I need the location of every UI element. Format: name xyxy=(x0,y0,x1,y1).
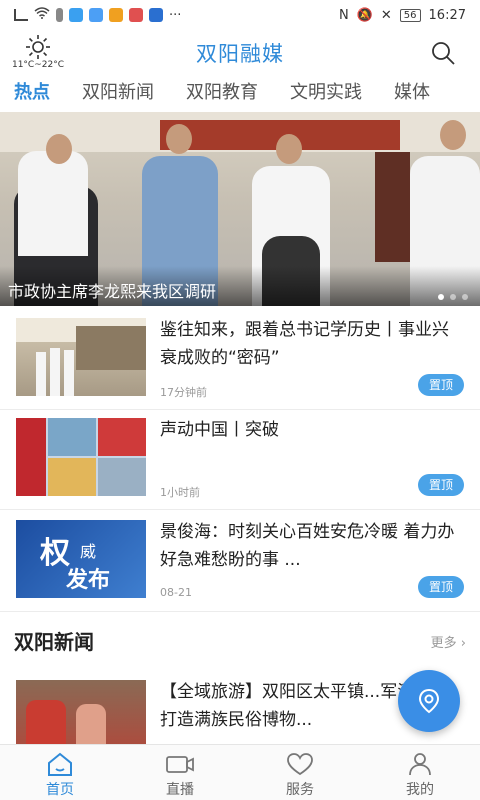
pinned-badge: 置顶 xyxy=(418,474,464,496)
nav-home[interactable]: 首页 xyxy=(0,745,120,800)
news-list-item[interactable]: 鉴往知来，跟着总书记学历史丨事业兴衰成败的“密码” 17分钟前 置顶 xyxy=(0,310,480,410)
tab-civilization-practice[interactable]: 文明实践 xyxy=(290,78,362,112)
news-title: 声动中国丨突破 xyxy=(160,420,279,440)
home-icon xyxy=(48,752,72,776)
carousel-dot xyxy=(462,294,468,300)
tab-hot[interactable]: 热点 xyxy=(14,78,50,112)
banner-caption: 市政协主席李龙熙来我区调研 xyxy=(0,266,480,306)
status-right: N 🔕 ✕ 56 16:27 xyxy=(339,8,466,23)
cloud-icon xyxy=(89,8,103,22)
live-camera-icon xyxy=(166,756,194,773)
more-link[interactable]: 更多 › xyxy=(431,632,466,651)
nav-live[interactable]: 直播 xyxy=(120,745,240,800)
news-title: 景俊海：时刻关心百姓安危冷暖 着力办好急难愁盼的事 ... xyxy=(160,522,455,570)
news-time: 1小时前 xyxy=(160,486,200,499)
news-time: 08-21 xyxy=(160,586,192,599)
app-header: 11°C~22°C 双阳融媒 xyxy=(0,30,480,76)
banner-carousel[interactable]: 市政协主席李龙熙来我区调研 xyxy=(0,112,480,306)
news-thumbnail: 权 威 发布 xyxy=(16,520,146,598)
carousel-indicator xyxy=(438,294,468,300)
app-title: 双阳融媒 xyxy=(196,42,284,66)
banner-person-head xyxy=(46,134,72,164)
status-bar: ··· N 🔕 ✕ 56 16:27 xyxy=(0,0,480,30)
news-time: 17分钟前 xyxy=(160,386,207,399)
news-thumbnail xyxy=(16,318,146,396)
category-tabs: 热点 双阳新闻 双阳教育 文明实践 媒体 xyxy=(0,78,480,112)
banner-person-head xyxy=(166,124,192,154)
mute-icon: 🔕 xyxy=(356,7,373,23)
tab-shuangyang-news[interactable]: 双阳新闻 xyxy=(82,78,154,112)
bottom-nav: 首页 直播 服务 我的 xyxy=(0,744,480,800)
section-header: 双阳新闻 更多 › xyxy=(0,626,480,656)
carousel-dot xyxy=(450,294,456,300)
news-list-item[interactable]: 声动中国丨突破 1小时前 置顶 xyxy=(0,410,480,510)
nav-service[interactable]: 服务 xyxy=(240,745,360,800)
news-list-item[interactable]: 权 威 发布 景俊海：时刻关心百姓安危冷暖 着力办好急难愁盼的事 ... 08-… xyxy=(0,512,480,612)
banner-person-head xyxy=(440,120,466,150)
search-icon[interactable] xyxy=(430,40,456,66)
app-notification-icon xyxy=(69,8,83,22)
tab-media[interactable]: 媒体 xyxy=(394,78,430,112)
tab-shuangyang-education[interactable]: 双阳教育 xyxy=(186,78,258,112)
more-notifications-icon: ··· xyxy=(169,7,182,23)
map-pin-icon xyxy=(418,688,440,714)
signal-icon xyxy=(14,9,28,21)
news-title: 鉴往知来，跟着总书记学历史丨事业兴衰成败的“密码” xyxy=(160,320,449,368)
app-notification-icon xyxy=(129,8,143,22)
clock: 16:27 xyxy=(428,7,466,23)
app-notification-icon xyxy=(149,8,163,22)
sim-close-icon: ✕ xyxy=(380,7,392,23)
user-icon xyxy=(409,753,431,776)
chevron-right-icon: › xyxy=(460,636,466,651)
heart-icon xyxy=(287,753,313,776)
weibo-icon xyxy=(109,8,123,22)
carousel-dot xyxy=(438,294,444,300)
pinned-badge: 置顶 xyxy=(418,576,464,598)
banner-door xyxy=(375,152,410,262)
nav-profile[interactable]: 我的 xyxy=(360,745,480,800)
battery-icon: 56 xyxy=(399,8,421,22)
location-fab[interactable] xyxy=(398,670,460,732)
news-thumbnail xyxy=(16,418,146,496)
banner-person-head xyxy=(276,134,302,164)
pinned-badge: 置顶 xyxy=(418,374,464,396)
wifi-icon xyxy=(34,7,50,23)
sim-icon xyxy=(56,8,63,22)
status-left: ··· xyxy=(14,7,181,23)
section-title: 双阳新闻 xyxy=(14,630,94,654)
nfc-icon: N xyxy=(338,7,349,23)
banner-person-shirt xyxy=(18,151,88,256)
